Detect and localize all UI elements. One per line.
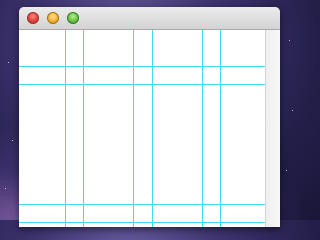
minimize-icon[interactable] (47, 12, 59, 24)
guide-grid (19, 30, 266, 227)
window-titlebar[interactable] (19, 7, 280, 30)
canvas-area[interactable] (19, 30, 266, 227)
vertical-scrollbar[interactable] (265, 30, 280, 227)
app-window[interactable] (19, 7, 280, 227)
star (289, 40, 290, 41)
star (5, 188, 6, 189)
close-icon[interactable] (27, 12, 39, 24)
star (286, 170, 287, 171)
zoom-icon[interactable] (67, 12, 79, 24)
star (8, 62, 9, 63)
star (12, 140, 13, 141)
star (292, 110, 293, 111)
